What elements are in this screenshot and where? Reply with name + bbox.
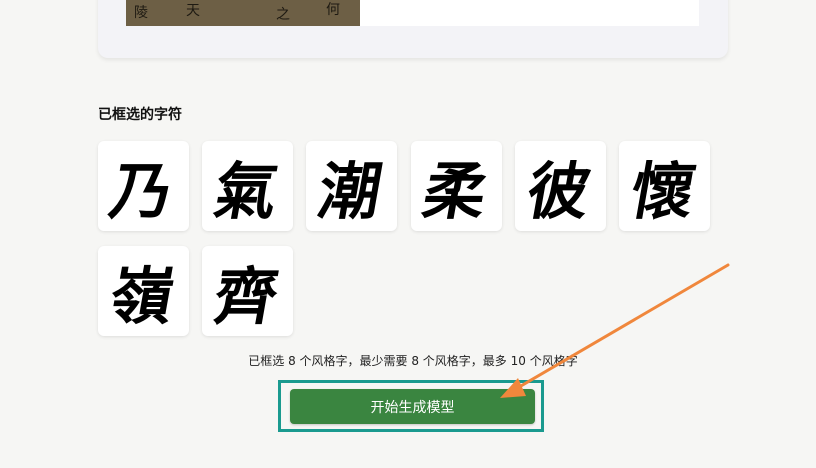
char-glyph: 懷 <box>626 155 701 228</box>
selected-characters-title: 已框选的字符 <box>98 107 182 123</box>
char-glyph: 彼 <box>522 155 597 228</box>
char-tile[interactable]: 乃 <box>98 141 189 231</box>
char-tile[interactable]: 彼 <box>515 141 606 231</box>
selection-status: 已框选 8 个风格字，最少需要 8 个风格字，最多 10 个风格字 <box>248 354 578 368</box>
char-glyph: 嶺 <box>105 260 180 333</box>
char-glyph: 氣 <box>209 155 284 228</box>
char-tile[interactable]: 潮 <box>306 141 397 231</box>
char-glyph: 潮 <box>313 155 388 228</box>
char-tile[interactable]: 氣 <box>202 141 293 231</box>
char-glyph: 齊 <box>209 260 284 333</box>
preview-area <box>360 0 699 26</box>
char-tile[interactable]: 齊 <box>202 246 293 336</box>
calligraphy-source-image[interactable]: 陵 天 之 何 <box>126 0 360 26</box>
start-generate-model-button[interactable]: 开始生成模型 <box>290 389 535 424</box>
char-glyph: 乃 <box>105 155 180 228</box>
char-tile[interactable]: 柔 <box>411 141 502 231</box>
char-tile[interactable]: 嶺 <box>98 246 189 336</box>
char-glyph: 柔 <box>418 155 493 228</box>
char-tile[interactable]: 懷 <box>619 141 710 231</box>
